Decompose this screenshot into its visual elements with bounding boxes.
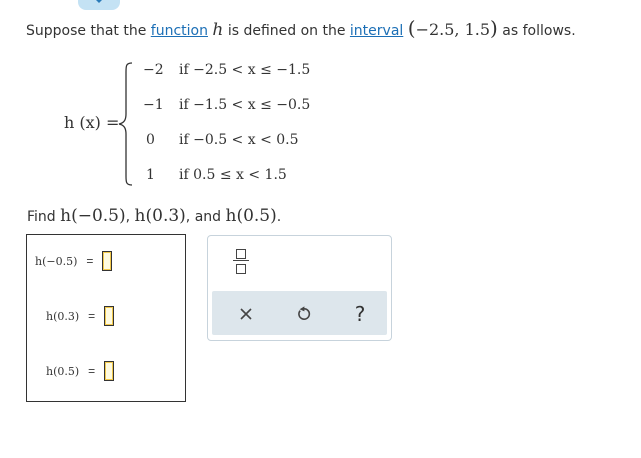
answer-label: h(−0.5) — [35, 254, 78, 268]
function-variable: h — [212, 20, 224, 40]
question-mark-icon: ? — [354, 302, 366, 326]
clear-button[interactable] — [234, 302, 258, 326]
function-link[interactable]: function — [151, 23, 208, 39]
answer-input-h-0-3[interactable] — [104, 306, 115, 326]
prompt-text: as follows. — [497, 23, 576, 39]
math-toolbar: ? — [207, 235, 392, 341]
denominator-box-icon — [236, 264, 246, 274]
answer-input-h-neg-0-5[interactable] — [102, 251, 113, 271]
fraction-bar-icon — [233, 260, 249, 261]
answer-box: h(−0.5) = h(0.3) = h(0.5) = — [26, 234, 186, 402]
prompt-text: Suppose that the — [26, 23, 151, 39]
answer-input-h-0-5[interactable] — [104, 361, 115, 381]
answer-row: h(0.3) = — [46, 306, 115, 326]
chevron-down-icon — [94, 0, 104, 3]
close-icon — [240, 308, 252, 320]
answer-label: h(0.5) — [46, 364, 80, 378]
undo-button[interactable] — [292, 302, 316, 326]
action-bar: ? — [212, 291, 387, 335]
collapse-tab[interactable] — [78, 0, 120, 10]
piecewise-lhs: h (x) = — [64, 113, 120, 132]
undo-icon — [298, 306, 311, 320]
prompt-text: is defined on the — [223, 23, 350, 39]
answer-row: h(0.5) = — [46, 361, 115, 381]
answer-label: h(0.3) — [46, 309, 80, 323]
answer-row: h(−0.5) = — [35, 251, 113, 271]
interval-link[interactable]: interval — [350, 23, 403, 39]
numerator-box-icon — [236, 249, 246, 259]
fraction-button[interactable] — [232, 246, 250, 276]
help-button[interactable]: ? — [348, 302, 372, 326]
piecewise-brace — [118, 62, 133, 186]
find-instruction: Find h(−0.5), h(0.3), and h(0.5). — [27, 206, 282, 226]
question-prompt: Suppose that the function h is defined o… — [26, 16, 576, 40]
interval-expression: (−2.5, 1.5) — [407, 16, 498, 40]
